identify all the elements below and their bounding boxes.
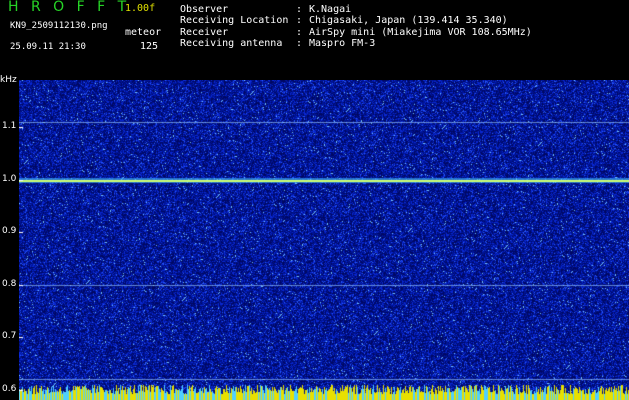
timestamp-label: 25.09.11 21:30 — [10, 42, 86, 52]
filename-label: KN9_2509112130.png — [10, 21, 108, 31]
count-label: 125 — [140, 41, 159, 52]
y-tick-label: 0.6 — [2, 383, 17, 394]
y-tick-label: 1.0 — [2, 173, 17, 184]
y-tick-label: 0.7 — [2, 331, 17, 342]
location-value: Chigasaki, Japan (139.414 35.340) — [309, 15, 508, 26]
y-tick-label: 0.9 — [2, 226, 17, 237]
mode-label: meteor — [125, 27, 162, 38]
version-label: 1.00f — [125, 3, 156, 14]
colon-separator: : — [296, 15, 303, 26]
app-title: H R O F F T — [8, 0, 131, 15]
y-tick-label: 0.8 — [2, 278, 17, 289]
location-label: Receiving Location — [180, 15, 289, 26]
antenna-value: Maspro FM-3 — [309, 38, 376, 49]
y-tick-label: 1.1 — [2, 121, 17, 132]
spectrogram-canvas — [19, 80, 629, 400]
antenna-label: Receiving antenna — [180, 38, 283, 49]
colon-separator: : — [296, 38, 303, 49]
y-axis-label: kHz — [0, 75, 17, 85]
